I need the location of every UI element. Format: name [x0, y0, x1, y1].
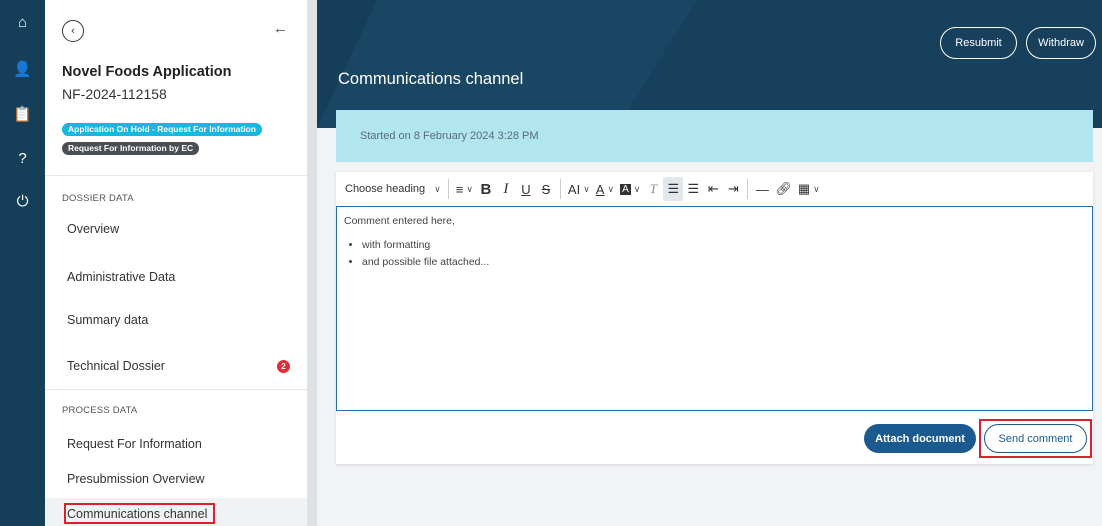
chevron-down-icon: ∨: [583, 183, 590, 194]
align-icon: ≡: [455, 181, 464, 197]
page-header: Communications channel Resubmit Withdraw: [317, 0, 1102, 128]
count-badge: 2: [277, 360, 290, 373]
banner-decoration: [317, 0, 1102, 128]
panel-splitter[interactable]: [307, 0, 317, 526]
highlight-outline: [64, 503, 215, 524]
comment-card: Choose heading ∨ ≡ ∨ B I U S AI ∨ A ∨ A ∨ T …: [336, 172, 1093, 464]
list-item: with formatting: [362, 239, 1085, 251]
bullet-list-icon: ☰: [667, 181, 680, 196]
sidebar-item-overview[interactable]: Overview: [67, 222, 119, 236]
numbered-list-button[interactable]: ☰: [683, 177, 703, 201]
highlight-button[interactable]: A ∨: [617, 177, 643, 201]
indent-button[interactable]: ⇥: [723, 177, 743, 201]
editor-bullet-list: with formatting and possible file attach…: [344, 239, 1085, 268]
section-label-dossier: DOSSIER DATA: [62, 193, 134, 204]
highlight-icon: A: [620, 183, 631, 195]
editor-toolbar: Choose heading ∨ ≡ ∨ B I U S AI ∨ A ∨ A ∨ T …: [336, 172, 1093, 206]
strikethrough-button[interactable]: S: [536, 177, 556, 201]
chevron-down-icon: ∨: [813, 183, 820, 194]
link-icon: 🔗︎: [775, 181, 792, 196]
numbered-list-icon: ☰: [687, 181, 700, 196]
chevron-down-icon: ∨: [434, 183, 441, 194]
outdent-button[interactable]: ⇤: [703, 177, 723, 201]
horizontal-line-button[interactable]: —: [752, 177, 772, 201]
chevron-down-icon: ∨: [607, 183, 615, 194]
sidebar: ‹ ← Novel Foods Application NF-2024-1121…: [45, 0, 307, 526]
divider: [45, 389, 307, 390]
application-title: Novel Foods Application: [62, 64, 232, 80]
table-button[interactable]: ▦ ∨: [795, 177, 823, 201]
started-date: Started on 8 February 2024 3:28 PM: [360, 130, 539, 142]
comment-editor[interactable]: Comment entered here, with formatting an…: [336, 206, 1093, 411]
sidebar-item-presubmission-overview[interactable]: Presubmission Overview: [67, 472, 205, 486]
status-badge: Application On Hold - Request For Inform…: [62, 123, 262, 136]
outdent-icon: ⇤: [707, 181, 719, 196]
withdraw-button[interactable]: Withdraw: [1026, 27, 1096, 59]
font-color-icon: A: [595, 181, 605, 197]
toolbar-divider: [447, 179, 449, 199]
back-button[interactable]: ‹: [62, 20, 84, 42]
indent-icon: ⇥: [727, 181, 739, 196]
help-icon[interactable]: ?: [0, 143, 45, 173]
font-size-icon: AI: [567, 181, 581, 197]
clipboard-icon[interactable]: 📋: [0, 99, 45, 129]
page-title: Communications channel: [338, 70, 524, 88]
sidebar-item-summary-data[interactable]: Summary data: [67, 313, 148, 327]
chevron-down-icon: ∨: [633, 183, 641, 194]
chevron-left-icon: ‹: [71, 25, 75, 37]
application-id: NF-2024-112158: [62, 86, 167, 102]
sidebar-item-technical-dossier[interactable]: Technical Dossier: [67, 359, 165, 373]
heading-select[interactable]: Choose heading ∨: [342, 177, 444, 201]
toolbar-divider: [747, 179, 749, 199]
link-button[interactable]: 🔗︎: [772, 177, 795, 201]
table-icon: ▦: [797, 181, 811, 196]
highlight-outline: [979, 419, 1092, 458]
list-item: and possible file attached...: [362, 256, 1085, 268]
toolbar-divider: [559, 179, 561, 199]
home-icon[interactable]: ⌂: [0, 7, 45, 37]
info-banner: Started on 8 February 2024 3:28 PM: [336, 110, 1093, 162]
remove-format-button[interactable]: T: [643, 177, 663, 201]
align-button[interactable]: ≡ ∨: [453, 177, 476, 201]
chevron-down-icon: ∨: [466, 183, 473, 194]
sidebar-item-request-for-information[interactable]: Request For Information: [67, 437, 202, 451]
bullet-list-button[interactable]: ☰: [663, 177, 684, 201]
section-label-process: PROCESS DATA: [62, 405, 138, 416]
status-badge: Request For Information by EC: [62, 142, 200, 155]
editor-paragraph: Comment entered here,: [344, 215, 455, 227]
bold-button[interactable]: B: [476, 177, 496, 201]
attach-document-button[interactable]: Attach document: [864, 424, 976, 453]
underline-button[interactable]: U: [516, 177, 536, 201]
divider: [45, 175, 307, 176]
italic-button[interactable]: I: [496, 177, 516, 201]
heading-select-label: Choose heading: [345, 183, 426, 195]
user-gear-icon[interactable]: 👤: [0, 54, 45, 84]
sidebar-item-administrative-data[interactable]: Administrative Data: [67, 270, 175, 284]
font-size-button[interactable]: AI ∨: [565, 177, 593, 201]
resubmit-button[interactable]: Resubmit: [940, 27, 1017, 59]
font-color-button[interactable]: A ∨: [593, 177, 617, 201]
power-icon[interactable]: ⏻: [0, 186, 45, 216]
arrow-left-icon[interactable]: ←: [273, 20, 288, 37]
icon-rail: ⌂ 👤 📋 ? ⏻: [0, 0, 45, 526]
